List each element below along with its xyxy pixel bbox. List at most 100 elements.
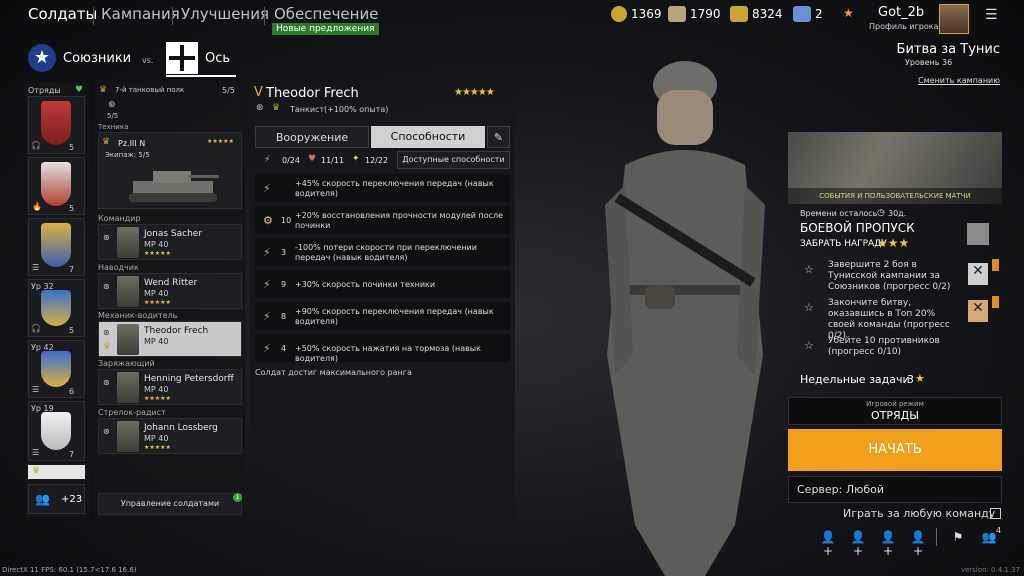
- currency-gold[interactable]: 1369: [611, 6, 662, 22]
- allies-star-icon[interactable]: ★: [28, 44, 56, 72]
- skill-number: 4: [281, 344, 287, 353]
- squad-crest: [41, 351, 71, 387]
- add-friend-icon[interactable]: 👤+: [849, 530, 867, 558]
- start-button[interactable]: НАЧАТЬ: [788, 429, 1002, 471]
- manage-badge: 1: [233, 493, 242, 502]
- faction-axis[interactable]: Ось: [205, 51, 230, 66]
- squad-slot-selected[interactable]: ♛: [28, 465, 85, 479]
- gold-cards-icon: [730, 6, 748, 22]
- weekly-tasks-label[interactable]: Недельные задачи: [800, 373, 910, 386]
- rank-icon: ♛: [102, 137, 111, 147]
- skill-row[interactable]: ⚡ 8 +90% скорость переключения передач (…: [255, 302, 510, 330]
- soldier-rank: V: [254, 85, 263, 100]
- squad-crest: [41, 412, 71, 450]
- skill-row[interactable]: ⚡ 4 +50% скорость нажатия на тормоза (на…: [255, 334, 510, 363]
- flag-icon[interactable]: ⚑: [949, 530, 967, 546]
- tab-weapons[interactable]: Вооружение: [255, 126, 369, 148]
- squad-card-3[interactable]: ☰ 7: [28, 218, 85, 276]
- squad-card-5[interactable]: Ур 42 ☰ 6: [28, 340, 85, 398]
- tab-upgrades[interactable]: Улучшения: [181, 5, 269, 23]
- campaign-title: Битва за Тунис: [896, 42, 1000, 57]
- add-friend-icon[interactable]: 👤+: [879, 530, 897, 558]
- soldier-title-stars: ★★★★★: [454, 87, 495, 98]
- tab-supply[interactable]: Обеспечение: [274, 5, 378, 23]
- squad-card-6[interactable]: Ур 19 ☰ 7: [28, 401, 85, 461]
- soldier-row[interactable]: ⊛ Henning Petersdorff MP 40 ★★★★★: [98, 369, 242, 405]
- soldier-name: Wend Ritter: [144, 278, 198, 288]
- skill-row[interactable]: ⚡ +45% скорость переключения передач (на…: [255, 174, 510, 202]
- events-banner[interactable]: СОБЫТИЯ И ПОЛЬЗОВАТЕЛЬСКИЕ МАТЧИ: [788, 132, 1002, 204]
- player-avatar[interactable]: [939, 4, 969, 34]
- game-mode-selector[interactable]: Игровой режим ОТРЯДЫ: [788, 397, 1002, 425]
- skill-points-icon: ⚡: [264, 155, 271, 165]
- headphones-icon: 🎧: [31, 324, 41, 333]
- axis-cross-icon[interactable]: [166, 42, 198, 74]
- skill-text: +30% скорость починки техники: [295, 280, 436, 289]
- server-selector[interactable]: Сервер: Любой: [788, 476, 1002, 503]
- soldier-name: Henning Petersdorff: [144, 374, 234, 384]
- manage-soldiers-button[interactable]: Управление солдатами: [98, 493, 242, 515]
- tab-soldiers[interactable]: Солдаты: [28, 5, 97, 23]
- skill-row[interactable]: ⚡ 3 -100% потери скорости при переключен…: [255, 238, 510, 266]
- skill-icon: ⚙: [263, 214, 273, 227]
- more-squads-button[interactable]: 👥 +23: [28, 484, 85, 514]
- add-friend-icon[interactable]: 👤+: [909, 530, 927, 558]
- more-squads-count: +23: [61, 494, 83, 505]
- bookmark-icon[interactable]: [992, 259, 999, 271]
- role-label: Наводчик: [98, 263, 139, 272]
- role-label: Командир: [98, 214, 141, 223]
- skill-icon: ⚡: [263, 246, 271, 259]
- steering-wheel-icon: ⊛: [103, 328, 110, 337]
- bookmark-icon[interactable]: [992, 296, 999, 308]
- skill-text: +20% восстановления прочности модулей по…: [295, 211, 504, 230]
- tab-campaign[interactable]: Кампания: [101, 5, 180, 23]
- squad-card-1[interactable]: 🎧 5: [28, 96, 85, 154]
- reward-item-icon[interactable]: [967, 223, 989, 245]
- add-friend-icon[interactable]: 👤+: [819, 530, 837, 558]
- mission-reward-icon[interactable]: ✕: [968, 300, 988, 322]
- squad-crest: [41, 290, 71, 326]
- weekly-star-icon: ★: [915, 372, 925, 385]
- skill-row[interactable]: ⚙ 10 +20% восстановления прочности модул…: [255, 206, 510, 234]
- soldier-row[interactable]: ⊛ Jonas Sacher MP 40 ★★★★★: [98, 224, 242, 260]
- battlepass-title[interactable]: БОЕВОЙ ПРОПУСК: [800, 221, 915, 235]
- new-offers-badge[interactable]: Новые предложения: [272, 23, 379, 35]
- currency-blue-cards[interactable]: 2: [793, 6, 823, 22]
- mission-reward-icon[interactable]: ✕: [968, 263, 988, 285]
- change-campaign-link[interactable]: Сменить кампанию: [918, 76, 1000, 85]
- tab-abilities[interactable]: Способности: [371, 126, 485, 148]
- vehicle-card[interactable]: ♛ Pz.III N ★★★★★ Экипаж: 5/5: [98, 132, 242, 209]
- weekly-tasks-count: 3: [907, 373, 914, 386]
- server-label: Сервер: Любой: [797, 483, 885, 496]
- squad-capacity: 5/5: [222, 86, 235, 95]
- player-profile-label[interactable]: Профиль игрока: [869, 22, 939, 31]
- vehicle-label: Техника: [98, 123, 129, 131]
- skill-icon: ⚡: [263, 342, 271, 355]
- soldier-row[interactable]: ⊛ Wend Ritter MP 40 ★★★★★: [98, 273, 242, 309]
- available-abilities-button[interactable]: Доступные способности: [397, 151, 510, 169]
- group-icon: 👥: [35, 492, 50, 506]
- currency-silver-cards[interactable]: 1790: [668, 6, 721, 22]
- squad-card-2[interactable]: 🔥 5: [28, 157, 85, 215]
- role-label: Механик-водитель: [98, 311, 178, 320]
- skill-icon: ⚡: [263, 310, 271, 323]
- faction-allies[interactable]: Союзники: [63, 51, 131, 66]
- version-label: version: 0.4.1.37: [960, 566, 1020, 574]
- shield-icon: ♥: [75, 85, 84, 95]
- flame-icon: 🔥: [32, 202, 42, 211]
- squad-card-4[interactable]: Ур 32 🎧 5: [28, 279, 85, 337]
- player-name[interactable]: Got_2b: [878, 5, 924, 20]
- currency-gold-cards[interactable]: 8324: [730, 6, 783, 22]
- skill-number: 3: [281, 248, 287, 257]
- soldier-row[interactable]: ⊛ Johann Lossberg MP 40 ★★★★★: [98, 418, 242, 454]
- skill-row[interactable]: ⚡ 9 +30% скорость починки техники: [255, 270, 510, 298]
- any-team-checkbox[interactable]: [990, 508, 1001, 519]
- edit-pencil-icon[interactable]: ✎: [487, 126, 510, 148]
- soldier-row-selected[interactable]: ⊛ ♛ Theodor Frech MP 40: [98, 321, 242, 357]
- rank-star-icon: ★: [843, 6, 854, 20]
- claim-reward-label[interactable]: ЗАБРАТЬ НАГРАДУ: [800, 239, 887, 249]
- soldier-portrait: [117, 324, 139, 355]
- time-left-value: 30д.: [888, 209, 907, 218]
- menu-icon[interactable]: ☰: [985, 7, 998, 23]
- tank-icon: [129, 171, 219, 202]
